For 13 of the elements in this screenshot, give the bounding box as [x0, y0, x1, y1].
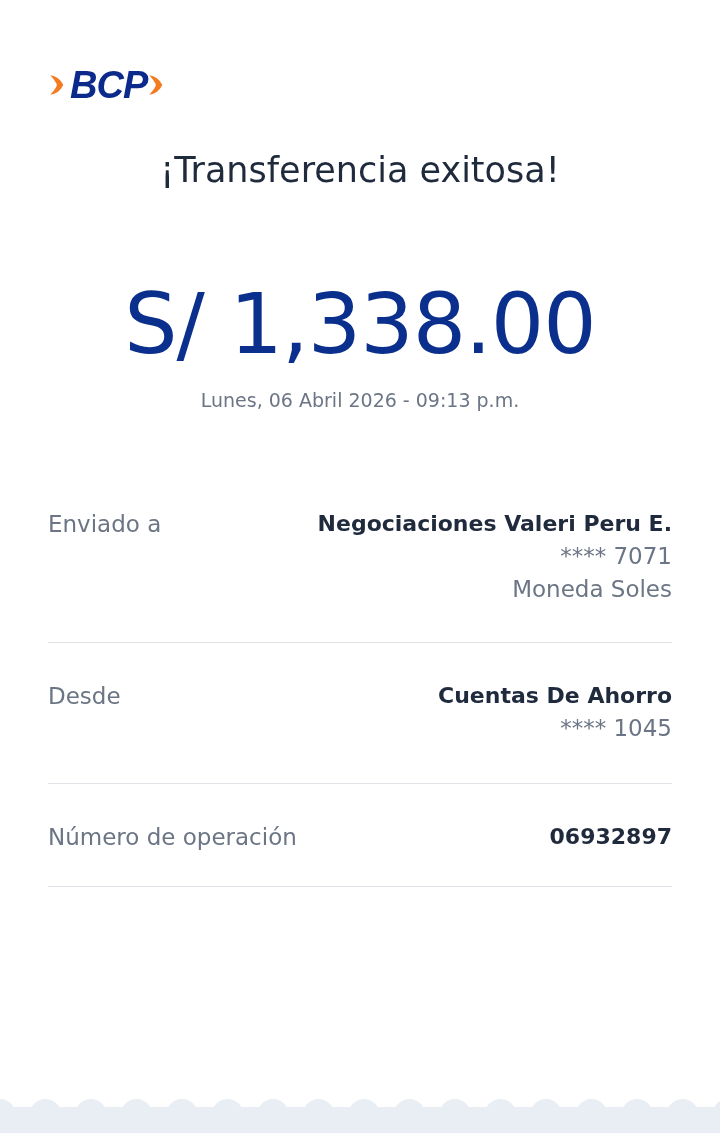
bank-logo: BCP — [70, 66, 148, 104]
transfer-amount: S/ 1,338.00 — [123, 274, 597, 374]
detail-value: 06932897 — [549, 824, 672, 849]
detail-label: Número de operación — [48, 824, 297, 850]
detail-label: Desde — [48, 683, 121, 711]
detail-value: Cuentas De Ahorro — [438, 683, 672, 708]
detail-subvalue: **** 7071 — [560, 543, 672, 569]
detail-subvalue: **** 1045 — [560, 715, 672, 741]
detail-subvalue: Moneda Soles — [512, 576, 672, 602]
transfer-date: Lunes, 06 Abril 2026 - 09:13 p.m. — [199, 389, 521, 411]
detail-value: Negociaciones Valeri Peru E. — [317, 511, 672, 536]
detail-label: Enviado a — [48, 511, 162, 539]
success-title: ¡Transferencia exitosa! — [159, 149, 561, 192]
